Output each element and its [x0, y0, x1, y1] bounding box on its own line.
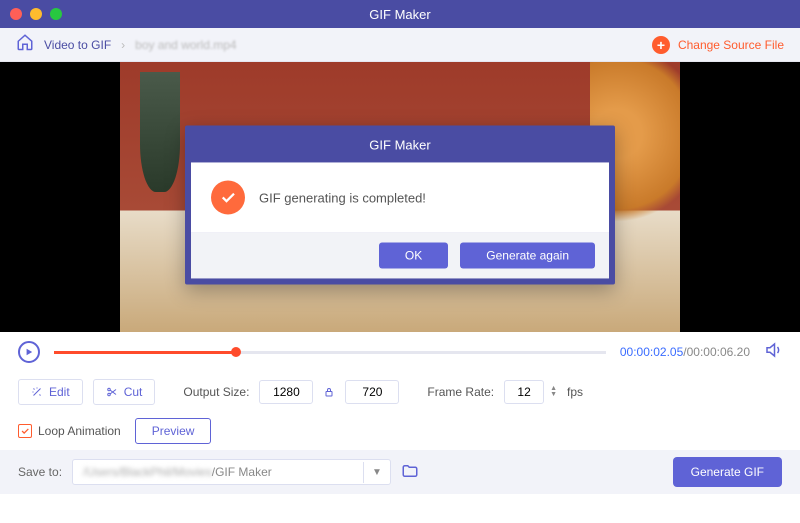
- scissors-icon: [106, 386, 118, 398]
- progress-slider[interactable]: [54, 351, 606, 354]
- dialog-ok-button[interactable]: OK: [379, 242, 448, 268]
- cut-label: Cut: [124, 385, 143, 399]
- breadcrumb-video-to-gif[interactable]: Video to GIF: [44, 38, 111, 52]
- dialog-generate-again-button[interactable]: Generate again: [460, 242, 595, 268]
- play-button[interactable]: [18, 341, 40, 363]
- chevron-down-icon[interactable]: ▼: [363, 462, 390, 483]
- dialog-message: GIF generating is completed!: [259, 190, 426, 205]
- output-controls-row: Edit Cut Output Size: Frame Rate: ▲▼ fps: [0, 372, 800, 412]
- chevron-down-icon[interactable]: ▼: [550, 392, 557, 398]
- time-display: 00:00:02.05/00:00:06.20: [620, 345, 750, 359]
- total-time: /00:00:06.20: [683, 345, 750, 359]
- home-icon[interactable]: [16, 33, 34, 56]
- progress-thumb[interactable]: [231, 347, 241, 357]
- save-path-dropdown[interactable]: /Users/BlackPhil/Movies/GIF Maker ▼: [72, 459, 391, 485]
- save-path-text: /Users/BlackPhil/Movies/GIF Maker: [73, 460, 363, 484]
- maximize-window-button[interactable]: [50, 8, 62, 20]
- change-source-file-button[interactable]: + Change Source File: [652, 36, 784, 54]
- checkbox-checked-icon: [18, 424, 32, 438]
- plus-circle-icon: +: [652, 36, 670, 54]
- output-width-input[interactable]: [259, 380, 313, 404]
- output-size-label: Output Size:: [183, 385, 249, 399]
- progress-fill: [54, 351, 236, 354]
- completion-dialog: GIF Maker GIF generating is completed! O…: [185, 125, 615, 284]
- animation-controls-row: Loop Animation Preview: [0, 412, 800, 450]
- window-controls: [10, 8, 62, 20]
- loop-animation-label: Loop Animation: [38, 424, 121, 438]
- generate-gif-button[interactable]: Generate GIF: [673, 457, 782, 487]
- playback-bar: 00:00:02.05/00:00:06.20: [0, 332, 800, 372]
- breadcrumb-filename: boy and world.mp4: [135, 38, 236, 52]
- lock-icon[interactable]: [323, 386, 335, 398]
- loop-animation-checkbox[interactable]: Loop Animation: [18, 424, 121, 438]
- magic-wand-icon: [31, 386, 43, 398]
- cut-button[interactable]: Cut: [93, 379, 156, 405]
- frame-rate-input[interactable]: [504, 380, 544, 404]
- breadcrumb-bar: Video to GIF › boy and world.mp4 + Chang…: [0, 28, 800, 62]
- app-title: GIF Maker: [369, 7, 430, 22]
- edit-button[interactable]: Edit: [18, 379, 83, 405]
- frame-rate-stepper[interactable]: ▲▼: [550, 386, 557, 398]
- open-folder-button[interactable]: [401, 462, 419, 483]
- frame-rate-label: Frame Rate:: [427, 385, 494, 399]
- edit-label: Edit: [49, 385, 70, 399]
- save-bar: Save to: /Users/BlackPhil/Movies/GIF Mak…: [0, 450, 800, 494]
- video-preview-area: GIF Maker GIF generating is completed! O…: [0, 62, 800, 332]
- preview-button[interactable]: Preview: [135, 418, 212, 444]
- volume-icon[interactable]: [764, 341, 782, 364]
- save-to-label: Save to:: [18, 465, 62, 479]
- dialog-title: GIF Maker: [191, 131, 609, 162]
- output-height-input[interactable]: [345, 380, 399, 404]
- titlebar: GIF Maker: [0, 0, 800, 28]
- folder-icon: [401, 462, 419, 480]
- change-source-label: Change Source File: [678, 38, 784, 52]
- fps-label: fps: [567, 385, 583, 399]
- success-check-icon: [211, 180, 245, 214]
- chevron-right-icon: ›: [121, 38, 125, 52]
- close-window-button[interactable]: [10, 8, 22, 20]
- minimize-window-button[interactable]: [30, 8, 42, 20]
- current-time: 00:00:02.05: [620, 345, 683, 359]
